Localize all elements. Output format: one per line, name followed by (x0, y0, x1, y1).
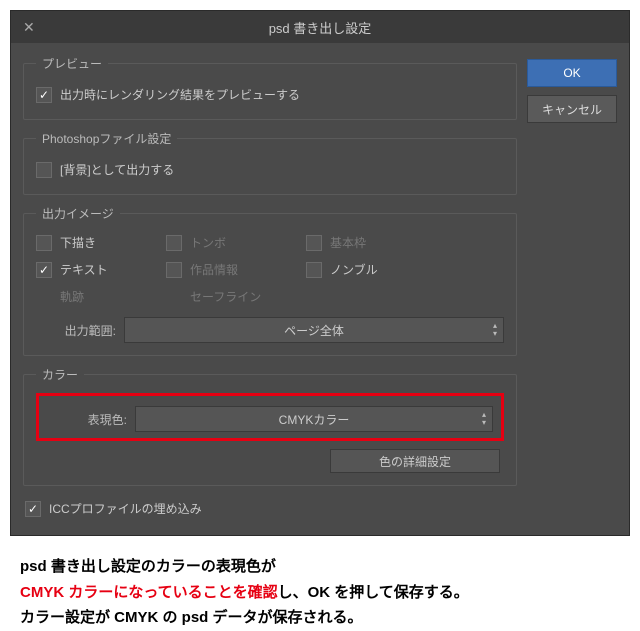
caption-line3: カラー設定が CMYK の psd データが保存される。 (20, 605, 620, 631)
caption-line2-red: CMYK カラーになっていることを確認 (20, 584, 278, 601)
output-image-group: 出力イメージ 下描き トンボ 基本枠 (23, 205, 517, 356)
preview-legend: プレビュー (36, 55, 108, 72)
ps-file-group: Photoshopファイル設定 [背景]として出力する (23, 130, 517, 195)
color-detail-row: 色の詳細設定 (36, 449, 504, 473)
draft-checkbox[interactable] (36, 235, 52, 251)
color-detail-button[interactable]: 色の詳細設定 (330, 449, 500, 473)
work-info-label: 作品情報 (190, 261, 238, 278)
draft-label: 下描き (60, 234, 96, 251)
bg-output-row: [背景]として出力する (36, 157, 504, 182)
express-color-value: CMYKカラー (279, 411, 350, 428)
preview-group: プレビュー 出力時にレンダリング結果をプレビューする (23, 55, 517, 120)
tombo-label: トンボ (190, 234, 226, 251)
safeline-row: セーフライン (166, 286, 306, 307)
track-label: 軌跡 (60, 288, 84, 305)
output-image-legend: 出力イメージ (36, 205, 120, 222)
output-range-dropdown[interactable]: ページ全体 ▴▾ (124, 317, 504, 343)
icc-row: ICCプロファイルの埋め込み (23, 496, 517, 523)
bg-output-label: [背景]として出力する (60, 161, 174, 178)
express-color-highlight: 表現色: CMYKカラー ▴▾ (36, 393, 504, 441)
basic-frame-checkbox[interactable] (306, 235, 322, 251)
preview-render-row: 出力時にレンダリング結果をプレビューする (36, 82, 504, 107)
text-row: テキスト (36, 259, 166, 280)
cancel-button[interactable]: キャンセル (527, 95, 617, 123)
caption-line2: CMYK カラーになっていることを確認し、OK を押して保存する。 (20, 580, 620, 606)
caption-line2-rest: し、OK を押して保存する。 (278, 584, 469, 601)
output-range-row: 出力範囲: ページ全体 ▴▾ (36, 317, 504, 343)
close-icon[interactable]: ✕ (23, 19, 43, 36)
spinner-icon: ▴▾ (493, 322, 497, 338)
color-legend: カラー (36, 366, 84, 383)
express-color-label: 表現色: (47, 411, 127, 428)
nombre-row: ノンブル (306, 259, 446, 280)
basic-frame-label: 基本枠 (330, 234, 366, 251)
left-panel: プレビュー 出力時にレンダリング結果をプレビューする Photoshopファイル… (23, 55, 517, 523)
express-color-row: 表現色: CMYKカラー ▴▾ (47, 406, 493, 432)
spinner-icon: ▴▾ (482, 411, 486, 427)
caption-text: psd 書き出し設定のカラーの表現色が CMYK カラーになっていることを確認し… (20, 554, 620, 631)
output-range-label: 出力範囲: (36, 322, 116, 339)
nombre-label: ノンブル (330, 261, 378, 278)
text-label: テキスト (60, 261, 108, 278)
psd-export-dialog: ✕ psd 書き出し設定 プレビュー 出力時にレンダリング結果をプレビューする … (10, 10, 630, 536)
nombre-checkbox[interactable] (306, 262, 322, 278)
color-group: カラー 表現色: CMYKカラー ▴▾ 色の詳細設定 (23, 366, 517, 486)
draft-row: 下描き (36, 232, 166, 253)
output-grid: 下描き トンボ 基本枠 テキスト (36, 232, 504, 307)
caption-line1: psd 書き出し設定のカラーの表現色が (20, 554, 620, 580)
icc-checkbox[interactable] (25, 501, 41, 517)
work-info-row: 作品情報 (166, 259, 306, 280)
titlebar: ✕ psd 書き出し設定 (11, 11, 629, 43)
safeline-label: セーフライン (190, 288, 261, 305)
output-range-value: ページ全体 (284, 322, 344, 339)
work-info-checkbox[interactable] (166, 262, 182, 278)
preview-render-checkbox[interactable] (36, 87, 52, 103)
bg-output-checkbox[interactable] (36, 162, 52, 178)
basic-frame-row: 基本枠 (306, 232, 446, 253)
express-color-dropdown[interactable]: CMYKカラー ▴▾ (135, 406, 493, 432)
tombo-checkbox[interactable] (166, 235, 182, 251)
tombo-row: トンボ (166, 232, 306, 253)
right-panel: OK キャンセル (527, 55, 617, 523)
text-checkbox[interactable] (36, 262, 52, 278)
track-row: 軌跡 (36, 286, 166, 307)
dialog-title: psd 書き出し設定 (11, 18, 629, 37)
icc-label: ICCプロファイルの埋め込み (49, 500, 202, 517)
cancel-label: キャンセル (542, 101, 602, 118)
ok-label: OK (563, 66, 580, 80)
ps-file-legend: Photoshopファイル設定 (36, 130, 177, 147)
dialog-body: プレビュー 出力時にレンダリング結果をプレビューする Photoshopファイル… (11, 43, 629, 535)
ok-button[interactable]: OK (527, 59, 617, 87)
preview-render-label: 出力時にレンダリング結果をプレビューする (60, 86, 300, 103)
color-detail-label: 色の詳細設定 (379, 453, 451, 470)
